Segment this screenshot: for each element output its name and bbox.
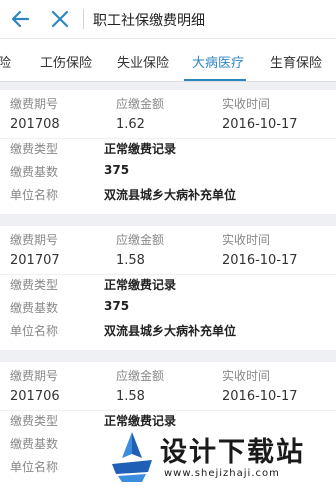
base-label: 缴费基数 — [10, 165, 59, 179]
row-divider — [0, 138, 336, 139]
period-value: 201708 — [10, 117, 60, 132]
tab-work-injury[interactable]: 工伤保险 — [40, 52, 92, 71]
top-bar: 职工社保缴费明细 — [0, 0, 336, 38]
base-label: 缴费基数 — [10, 301, 59, 315]
tab-critical-illness[interactable]: 大病医疗 — [192, 52, 244, 71]
type-value: 正常缴费记录 — [104, 278, 177, 292]
received-value: 2016-10-17 — [222, 253, 298, 268]
base-value: 375 — [104, 299, 130, 313]
tab-partial[interactable]: 险 — [0, 52, 11, 71]
due-value: 1.62 — [116, 117, 145, 132]
insurance-tabs: 险 工伤保险 失业保险 大病医疗 生育保险 — [0, 38, 336, 82]
record-card: 缴费期号 应缴金额 实收时间 201708 1.62 2016-10-17 缴费… — [0, 90, 336, 214]
received-value: 2016-10-17 — [222, 389, 298, 404]
type-label: 缴费类型 — [10, 414, 59, 428]
unit-value: 双流县城乡大病补充单位 — [104, 324, 237, 338]
base-label: 缴费基数 — [10, 437, 59, 451]
type-label: 缴费类型 — [10, 278, 59, 292]
period-value: 201707 — [10, 253, 60, 268]
close-icon[interactable] — [49, 8, 71, 30]
watermark-logo-icon — [112, 432, 152, 482]
due-value: 1.58 — [116, 389, 145, 404]
tab-unemployment[interactable]: 失业保险 — [117, 52, 169, 71]
received-label: 实收时间 — [222, 97, 271, 111]
period-value: 201706 — [10, 389, 60, 404]
row-divider — [0, 410, 336, 411]
unit-value: 双流县城乡大病补充单位 — [104, 188, 237, 202]
type-value: 正常缴费记录 — [104, 142, 177, 156]
unit-label: 单位名称 — [10, 460, 59, 474]
due-label: 应缴金额 — [116, 233, 165, 247]
unit-label: 单位名称 — [10, 188, 59, 202]
watermark-brand: 设计下载站 — [160, 437, 305, 468]
period-label: 缴费期号 — [10, 369, 59, 383]
header-divider — [83, 9, 84, 29]
period-label: 缴费期号 — [10, 97, 59, 111]
back-arrow-icon[interactable] — [10, 8, 32, 30]
period-label: 缴费期号 — [10, 233, 59, 247]
due-value: 1.58 — [116, 253, 145, 268]
watermark-url: www.shejizhaji.com — [164, 468, 280, 479]
page-title: 职工社保缴费明细 — [93, 13, 205, 29]
type-label: 缴费类型 — [10, 142, 59, 156]
base-value: 375 — [104, 163, 130, 177]
due-label: 应缴金额 — [116, 369, 165, 383]
due-label: 应缴金额 — [116, 97, 165, 111]
received-label: 实收时间 — [222, 369, 271, 383]
watermark: 设计下载站 www.shejizhaji.com — [102, 424, 336, 490]
received-label: 实收时间 — [222, 233, 271, 247]
received-value: 2016-10-17 — [222, 117, 298, 132]
record-card: 缴费期号 应缴金额 实收时间 201707 1.58 2016-10-17 缴费… — [0, 226, 336, 350]
row-divider — [0, 274, 336, 275]
active-tab-indicator — [184, 79, 246, 81]
unit-label: 单位名称 — [10, 324, 59, 338]
tab-maternity[interactable]: 生育保险 — [270, 52, 322, 71]
